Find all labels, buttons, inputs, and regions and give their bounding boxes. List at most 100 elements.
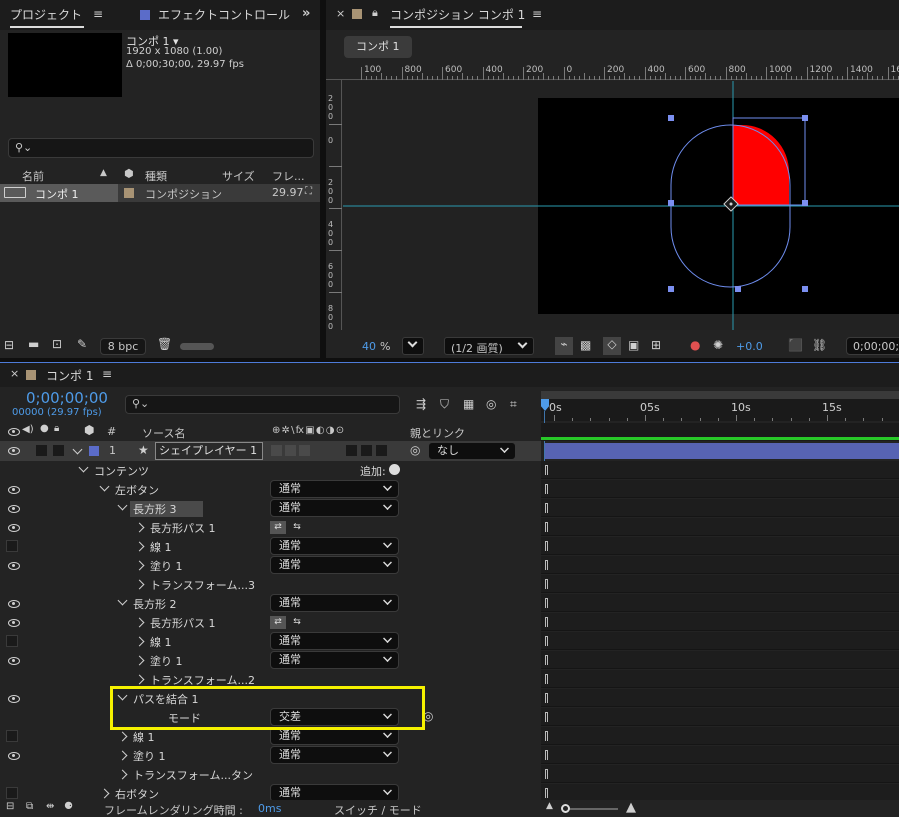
pickwhip-icon[interactable]: ◎ <box>410 443 420 457</box>
twirl-right-icon[interactable] <box>134 674 145 685</box>
col-frame[interactable]: フレ... <box>272 168 305 184</box>
layer-row[interactable]: 1 ★ シェイプレイヤー 1 ◎ なし <box>0 441 541 461</box>
blend-mode-dropdown[interactable]: 通常 <box>270 746 399 764</box>
twirl-down-icon[interactable] <box>117 595 128 606</box>
col-parent-link[interactable]: 親とリンク <box>410 425 465 441</box>
blend-mode-dropdown[interactable]: 通常 <box>270 632 399 650</box>
fast-preview-icon[interactable]: ⌁ <box>555 337 573 355</box>
property-eye-icon[interactable] <box>8 657 20 665</box>
keyframe-marker[interactable] <box>545 560 548 570</box>
switch-quality[interactable] <box>298 444 311 457</box>
blend-mode-dropdown[interactable]: 通常 <box>270 651 399 669</box>
menu-icon[interactable]: ≡ <box>532 7 542 21</box>
layer-label-swatch[interactable] <box>89 446 99 456</box>
property-track[interactable] <box>541 727 899 745</box>
col-size[interactable]: サイズ <box>222 168 255 184</box>
comp-viewer[interactable] <box>343 81 899 330</box>
audio-toggle[interactable] <box>35 444 48 457</box>
project-search-input[interactable]: ⚲⌄ <box>8 138 314 158</box>
blend-mode-dropdown[interactable]: 通常 <box>270 556 399 574</box>
thumbnail-slider[interactable] <box>180 343 214 350</box>
property-track[interactable] <box>541 613 899 631</box>
twirl-down-icon[interactable] <box>99 481 110 492</box>
project-item-row[interactable]: コンポ 1 コンポジション 29.97 ⛶ <box>0 184 320 202</box>
property-track[interactable] <box>541 765 899 783</box>
tab-composition[interactable]: コンポジション コンポ 1 <box>390 0 525 30</box>
shy-layers-icon[interactable]: ⛉ <box>440 397 449 412</box>
property-visibility-toggle[interactable] <box>6 635 18 647</box>
keyframe-marker[interactable] <box>545 503 548 513</box>
flowchart-icon[interactable]: ⛶ <box>305 186 312 197</box>
keyframe-marker[interactable] <box>545 712 548 722</box>
keyframe-marker[interactable] <box>545 636 548 646</box>
grid-guides-icon[interactable]: ⊞ <box>651 338 661 352</box>
twirl-right-icon[interactable] <box>117 731 128 742</box>
property-track[interactable] <box>541 746 899 764</box>
property-track[interactable] <box>541 670 899 688</box>
close-icon[interactable]: × <box>10 367 19 380</box>
property-track[interactable] <box>541 632 899 650</box>
blend-mode-dropdown[interactable]: 通常 <box>270 499 399 517</box>
zoom-slider-knob[interactable] <box>561 804 570 813</box>
lock-icon[interactable]: 🔒︎ <box>54 423 59 434</box>
twirl-right-icon[interactable] <box>99 788 110 799</box>
keyframe-marker[interactable] <box>545 788 548 798</box>
parent-dropdown[interactable]: なし <box>428 442 516 460</box>
property-visibility-toggle[interactable] <box>6 540 18 552</box>
property-eye-icon[interactable] <box>8 562 20 570</box>
keyframe-marker[interactable] <box>545 617 548 627</box>
twirl-down-icon[interactable] <box>117 500 128 511</box>
twirl-right-icon[interactable] <box>134 617 145 628</box>
region-of-interest-icon[interactable]: ▣ <box>628 338 639 352</box>
layer-duration-bar[interactable] <box>545 443 899 459</box>
property-eye-icon[interactable] <box>8 486 20 494</box>
new-folder-icon[interactable]: ▬ <box>28 337 39 351</box>
twirl-right-icon[interactable] <box>134 579 145 590</box>
add-play-icon[interactable] <box>389 464 400 475</box>
twirl-right-icon[interactable] <box>134 560 145 571</box>
twirl-right-icon[interactable] <box>117 769 128 780</box>
path-reverse-icon[interactable]: ⇆ <box>289 616 305 629</box>
property-track[interactable] <box>541 651 899 669</box>
property-visibility-toggle[interactable] <box>6 730 18 742</box>
color-management-icon[interactable]: ✺ <box>713 338 723 352</box>
new-comp-icon[interactable]: ⊡ <box>52 337 62 351</box>
show-snapshot-icon[interactable]: ⛓ <box>812 338 827 352</box>
keyframe-marker[interactable] <box>545 655 548 665</box>
property-track[interactable] <box>541 575 899 593</box>
path-direction-icon[interactable]: ⇄ <box>270 616 286 629</box>
col-type[interactable]: 種類 <box>145 168 167 184</box>
audio-icon[interactable]: ◀) <box>22 424 34 435</box>
property-track[interactable] <box>541 689 899 707</box>
current-timecode[interactable]: 0;00;00;00 <box>26 389 108 407</box>
timeline-zoom-slider[interactable] <box>561 804 618 813</box>
render-time-icon[interactable]: ⚈ <box>64 801 73 812</box>
keyframe-marker[interactable] <box>545 598 548 608</box>
keyframe-marker[interactable] <box>545 541 548 551</box>
keyframe-marker[interactable] <box>545 465 548 475</box>
path-reverse-icon[interactable]: ⇆ <box>289 521 305 534</box>
property-eye-icon[interactable] <box>8 600 20 608</box>
tab-project[interactable]: プロジェクト <box>10 0 84 30</box>
keyframe-marker[interactable] <box>545 484 548 494</box>
snapshot-icon[interactable]: ⬛ <box>788 338 803 352</box>
twirl-right-icon[interactable] <box>134 655 145 666</box>
property-track[interactable] <box>541 556 899 574</box>
property-track[interactable] <box>541 594 899 612</box>
layer-eye-icon[interactable] <box>8 447 20 455</box>
switch-fx[interactable] <box>345 444 358 457</box>
viewer-timecode[interactable]: 0;00;00;0 <box>846 337 899 355</box>
twirl-right-icon[interactable] <box>134 522 145 533</box>
transparency-grid-icon[interactable]: ▩ <box>580 338 591 352</box>
property-eye-icon[interactable] <box>8 524 20 532</box>
menu-icon[interactable]: ≡ <box>102 367 112 381</box>
layer-switches-icon[interactable]: ⊟ <box>6 801 14 812</box>
time-ruler[interactable]: 0s 05s 10s 15s <box>541 391 899 421</box>
sort-up-icon[interactable]: ▲ <box>100 168 107 178</box>
exposure-value[interactable]: +0.0 <box>736 340 763 353</box>
keyframe-marker[interactable] <box>545 769 548 779</box>
horizontal-ruler[interactable]: 100 800 600 400 200 0 200 400 600 800 1000 1200 1400… <box>326 64 899 80</box>
keyframe-marker[interactable] <box>545 693 548 703</box>
transfer-controls-icon[interactable]: ⧉ <box>26 801 33 812</box>
property-track[interactable] <box>541 499 899 517</box>
